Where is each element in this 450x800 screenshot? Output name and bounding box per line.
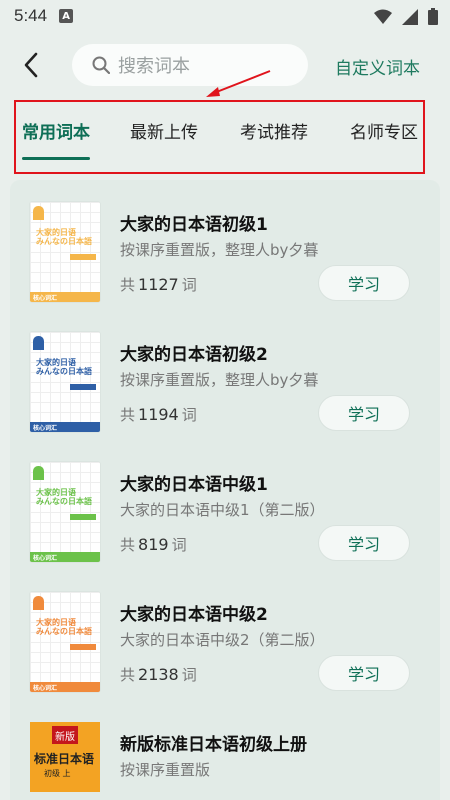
- book-title: 大家的日本语初级1: [120, 215, 268, 235]
- list-item[interactable]: 大家的日语 みんなの日本語 核心词汇 大家的日本语中级2 大家的日本语中级2（第…: [10, 570, 440, 700]
- list-item[interactable]: 新版 标准日本语 初级 上 新版标准日本语初级上册 按课序重置版: [10, 700, 440, 800]
- cover-badge: 新版: [52, 726, 78, 744]
- learn-button[interactable]: 学习: [318, 525, 410, 561]
- cover-subtitle: みんなの日本語: [36, 497, 92, 506]
- back-button[interactable]: [16, 50, 46, 80]
- book-title: 新版标准日本语初级上册: [120, 735, 307, 755]
- status-icons: [374, 8, 438, 25]
- annotation-arrow: [206, 70, 271, 97]
- book-subtitle: 大家的日本语中级2（第二版）: [120, 631, 325, 649]
- book-subtitle: 按课序重置版，整理人by夕暮: [120, 241, 319, 259]
- cover-title: 标准日本语: [34, 752, 95, 766]
- cover-title: 大家的日语: [36, 618, 76, 627]
- annotation-highlight-box: [14, 100, 425, 174]
- book-title: 大家的日本语中级1: [120, 475, 268, 495]
- search-icon: [92, 56, 110, 74]
- battery-icon: [428, 8, 438, 25]
- word-count: 共 819 词: [120, 535, 187, 554]
- cover-title: 大家的日语: [36, 358, 76, 367]
- search-placeholder: 搜索词本: [118, 56, 190, 77]
- book-cover: 大家的日语 みんなの日本語 核心词汇: [30, 332, 100, 432]
- book-cover: 大家的日语 みんなの日本語 核心词汇: [30, 202, 100, 302]
- status-time: 5:44: [14, 6, 48, 25]
- word-count: 共 2138 词: [120, 665, 197, 684]
- custom-wordbook-button[interactable]: 自定义词本: [335, 54, 420, 79]
- cover-band-label: 核心词汇: [33, 295, 58, 302]
- wifi-icon: [374, 9, 392, 24]
- book-subtitle: 按课序重置版: [120, 761, 211, 779]
- cover-subtitle: みんなの日本語: [36, 627, 92, 636]
- list-item[interactable]: 大家的日语 みんなの日本語 核心词汇 大家的日本语初级1 按课序重置版，整理人b…: [10, 180, 440, 310]
- cover-subtitle: みんなの日本語: [36, 237, 92, 246]
- learn-button[interactable]: 学习: [318, 655, 410, 691]
- cover-title: 大家的日语: [36, 488, 76, 497]
- cover-title: 大家的日语: [36, 228, 76, 237]
- cover-band-label: 核心词汇: [33, 555, 58, 562]
- status-bar: 5:44 A: [0, 0, 450, 32]
- notification-a-icon: A: [59, 9, 74, 23]
- wordbook-list: 大家的日语 みんなの日本語 核心词汇 大家的日本语初级1 按课序重置版，整理人b…: [10, 180, 440, 800]
- cover-subtitle: 初级 上: [44, 769, 71, 778]
- list-item[interactable]: 大家的日语 みんなの日本語 核心词汇 大家的日本语中级1 大家的日本语中级1（第…: [10, 440, 440, 570]
- book-subtitle: 按课序重置版，整理人by夕暮: [120, 371, 319, 389]
- book-title: 大家的日本语中级2: [120, 605, 268, 625]
- book-cover: 大家的日语 みんなの日本語 核心词汇: [30, 592, 100, 692]
- book-cover: 新版 标准日本语 初级 上: [30, 722, 100, 792]
- learn-button[interactable]: 学习: [318, 265, 410, 301]
- list-item[interactable]: 大家的日语 みんなの日本語 核心词汇 大家的日本语初级2 按课序重置版，整理人b…: [10, 310, 440, 440]
- cover-band-label: 核心词汇: [33, 425, 58, 432]
- cover-subtitle: みんなの日本語: [36, 367, 92, 376]
- cover-band-label: 核心词汇: [33, 685, 58, 692]
- chevron-left-icon: [24, 52, 38, 78]
- learn-button[interactable]: 学习: [318, 395, 410, 431]
- book-subtitle: 大家的日本语中级1（第二版）: [120, 501, 325, 519]
- word-count: 共 1127 词: [120, 275, 197, 294]
- book-title: 大家的日本语初级2: [120, 345, 268, 365]
- word-count: 共 1194 词: [120, 405, 197, 424]
- book-cover: 大家的日语 みんなの日本語 核心词汇: [30, 462, 100, 562]
- signal-icon: [402, 8, 418, 25]
